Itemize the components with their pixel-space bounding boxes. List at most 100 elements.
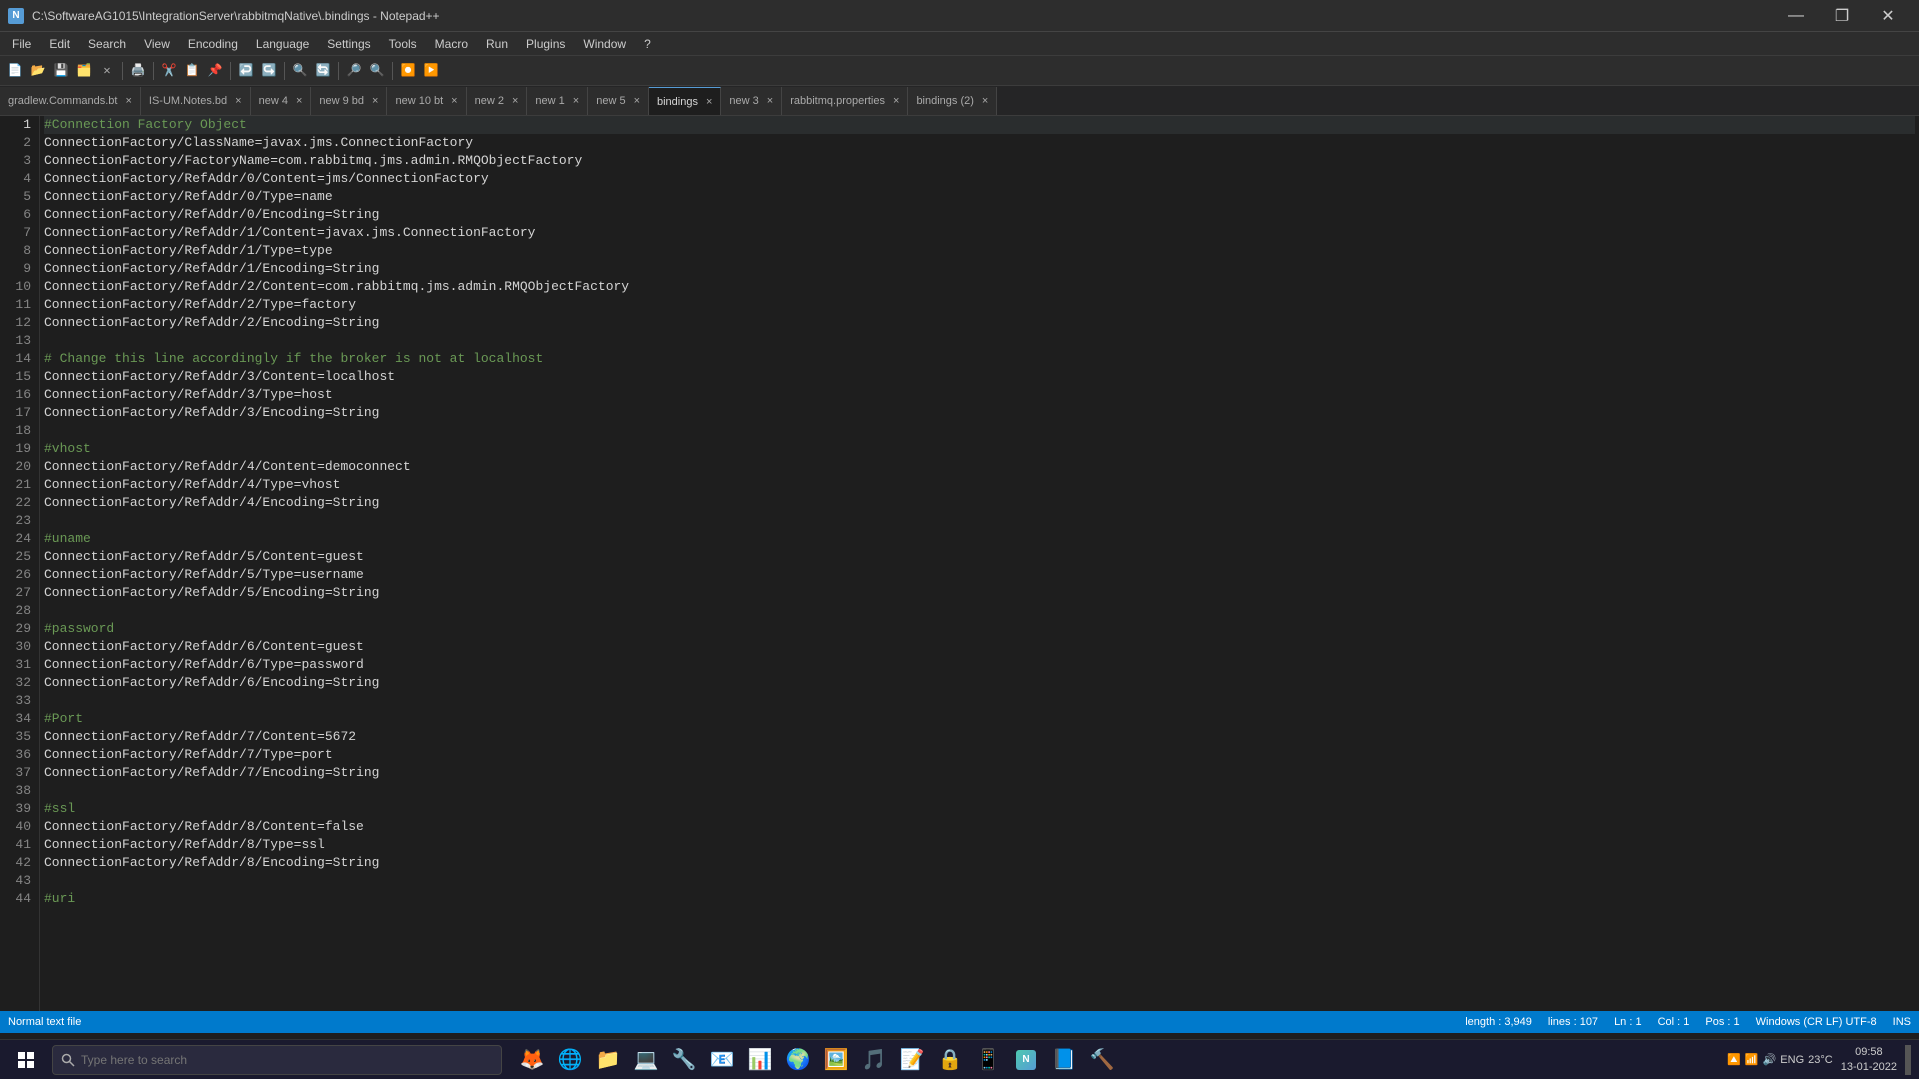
replace-button[interactable]: 🔄: [312, 60, 334, 82]
tab-close-button[interactable]: ×: [125, 95, 131, 107]
code-line-34: #Port: [44, 710, 1915, 728]
editor-content[interactable]: #Connection Factory ObjectConnectionFact…: [40, 116, 1919, 1011]
start-button[interactable]: [8, 1042, 44, 1078]
menu-item-view[interactable]: View: [136, 35, 178, 53]
tab-new-10-bt[interactable]: new 10 bt×: [387, 87, 466, 115]
redo-button[interactable]: ↪️: [258, 60, 280, 82]
taskbar-app6[interactable]: 📧: [704, 1042, 740, 1078]
tab-close-button[interactable]: ×: [296, 95, 302, 107]
taskbar-app9[interactable]: 🖼️: [818, 1042, 854, 1078]
find-button[interactable]: 🔍: [289, 60, 311, 82]
tab-gradlew-commands-bt[interactable]: gradlew.Commands.bt×: [0, 87, 141, 115]
copy-button[interactable]: 📋: [181, 60, 203, 82]
code-line-35: ConnectionFactory/RefAddr/7/Content=5672: [44, 728, 1915, 746]
tab-close-button[interactable]: ×: [982, 95, 988, 107]
tab-close-button[interactable]: ×: [512, 95, 518, 107]
taskbar-app11[interactable]: 📝: [894, 1042, 930, 1078]
taskbar-app15[interactable]: 📘: [1046, 1042, 1082, 1078]
minimize-button[interactable]: —: [1773, 0, 1819, 32]
menu-item-encoding[interactable]: Encoding: [180, 35, 246, 53]
menu-item-search[interactable]: Search: [80, 35, 134, 53]
maximize-button[interactable]: ❐: [1819, 0, 1865, 32]
tab-rabbitmq-properties[interactable]: rabbitmq.properties×: [782, 87, 908, 115]
tab-close-button[interactable]: ×: [893, 95, 899, 107]
code-text-22: ConnectionFactory/RefAddr/4/Encoding=Str…: [44, 494, 379, 512]
code-line-31: ConnectionFactory/RefAddr/6/Type=passwor…: [44, 656, 1915, 674]
taskbar-app12[interactable]: 🔒: [932, 1042, 968, 1078]
tab-close-button[interactable]: ×: [767, 95, 773, 107]
clock[interactable]: 09:58 13-01-2022: [1841, 1045, 1897, 1074]
tab-bindings[interactable]: bindings×: [649, 87, 721, 115]
open-button[interactable]: 📂: [27, 60, 49, 82]
code-text-2: ConnectionFactory/ClassName=javax.jms.Co…: [44, 134, 473, 152]
print-button[interactable]: 🖨️: [127, 60, 149, 82]
tab-close-button[interactable]: ×: [706, 96, 712, 108]
line-number-38: 38: [4, 782, 31, 800]
search-input[interactable]: [81, 1053, 493, 1067]
tab-new-3[interactable]: new 3×: [721, 87, 782, 115]
menu-item-plugins[interactable]: Plugins: [518, 35, 573, 53]
taskbar-search[interactable]: [52, 1045, 502, 1075]
separator-1: [122, 62, 123, 80]
show-desktop-button[interactable]: [1905, 1045, 1911, 1075]
taskbar-firefox[interactable]: 🦊: [514, 1042, 550, 1078]
code-line-40: ConnectionFactory/RefAddr/8/Content=fals…: [44, 818, 1915, 836]
code-line-30: ConnectionFactory/RefAddr/6/Content=gues…: [44, 638, 1915, 656]
paste-button[interactable]: 📌: [204, 60, 226, 82]
tab-close-button[interactable]: ×: [634, 95, 640, 107]
save-button[interactable]: 💾: [50, 60, 72, 82]
taskbar-app8[interactable]: 🌍: [780, 1042, 816, 1078]
close-button-tb[interactable]: ✕: [96, 60, 118, 82]
taskbar-terminal[interactable]: 💻: [628, 1042, 664, 1078]
tab-new-9-bd[interactable]: new 9 bd ×: [311, 87, 387, 115]
tab-new-5[interactable]: new 5×: [588, 87, 649, 115]
code-line-1: #Connection Factory Object: [44, 116, 1915, 134]
tab-new-2[interactable]: new 2×: [467, 87, 528, 115]
code-text-30: ConnectionFactory/RefAddr/6/Content=gues…: [44, 638, 364, 656]
tab-close-button[interactable]: ×: [235, 95, 241, 107]
zoom-in-button[interactable]: 🔎: [343, 60, 365, 82]
line-number-25: 25: [4, 548, 31, 566]
tab-new-4[interactable]: new 4×: [251, 87, 312, 115]
taskbar-app13[interactable]: 📱: [970, 1042, 1006, 1078]
tab-new-1[interactable]: new 1×: [527, 87, 588, 115]
run-macro-button[interactable]: ▶️: [420, 60, 442, 82]
code-line-2: ConnectionFactory/ClassName=javax.jms.Co…: [44, 134, 1915, 152]
tab-label: new 9 bd: [319, 95, 364, 107]
undo-button[interactable]: ↩️: [235, 60, 257, 82]
tray-up-arrow[interactable]: 🔼: [1727, 1053, 1741, 1066]
taskbar-app7[interactable]: 📊: [742, 1042, 778, 1078]
menu-item-macro[interactable]: Macro: [427, 35, 476, 53]
tab-close-button[interactable]: ×: [451, 95, 457, 107]
taskbar-explorer[interactable]: 📁: [590, 1042, 626, 1078]
taskbar-notepad[interactable]: N: [1008, 1042, 1044, 1078]
menu-item-file[interactable]: File: [4, 35, 39, 53]
save-all-button[interactable]: 🗂️: [73, 60, 95, 82]
tab-close-button[interactable]: ×: [372, 95, 378, 107]
code-line-18: [44, 422, 1915, 440]
menu-item-?[interactable]: ?: [636, 35, 659, 53]
zoom-out-button[interactable]: 🔍: [366, 60, 388, 82]
macro-button[interactable]: ⏺️: [397, 60, 419, 82]
code-text-12: ConnectionFactory/RefAddr/2/Encoding=Str…: [44, 314, 379, 332]
menu-item-settings[interactable]: Settings: [319, 35, 378, 53]
menu-item-edit[interactable]: Edit: [41, 35, 78, 53]
taskbar-app10[interactable]: 🎵: [856, 1042, 892, 1078]
menu-item-tools[interactable]: Tools: [381, 35, 425, 53]
taskbar-app16[interactable]: 🔨: [1084, 1042, 1120, 1078]
taskbar-edge[interactable]: 🌐: [552, 1042, 588, 1078]
cut-button[interactable]: ✂️: [158, 60, 180, 82]
menu-item-language[interactable]: Language: [248, 35, 317, 53]
tab-is-um-notes-bd[interactable]: IS-UM.Notes.bd×: [141, 87, 251, 115]
line-number-6: 6: [4, 206, 31, 224]
code-text-17: ConnectionFactory/RefAddr/3/Encoding=Str…: [44, 404, 379, 422]
tab-bindings--2-[interactable]: bindings (2)×: [908, 87, 997, 115]
close-button[interactable]: ✕: [1865, 0, 1911, 32]
tab-close-button[interactable]: ×: [573, 95, 579, 107]
line-number-23: 23: [4, 512, 31, 530]
taskbar-app5[interactable]: 🔧: [666, 1042, 702, 1078]
code-line-15: ConnectionFactory/RefAddr/3/Content=loca…: [44, 368, 1915, 386]
menu-item-run[interactable]: Run: [478, 35, 516, 53]
new-button[interactable]: 📄: [4, 60, 26, 82]
menu-item-window[interactable]: Window: [575, 35, 634, 53]
